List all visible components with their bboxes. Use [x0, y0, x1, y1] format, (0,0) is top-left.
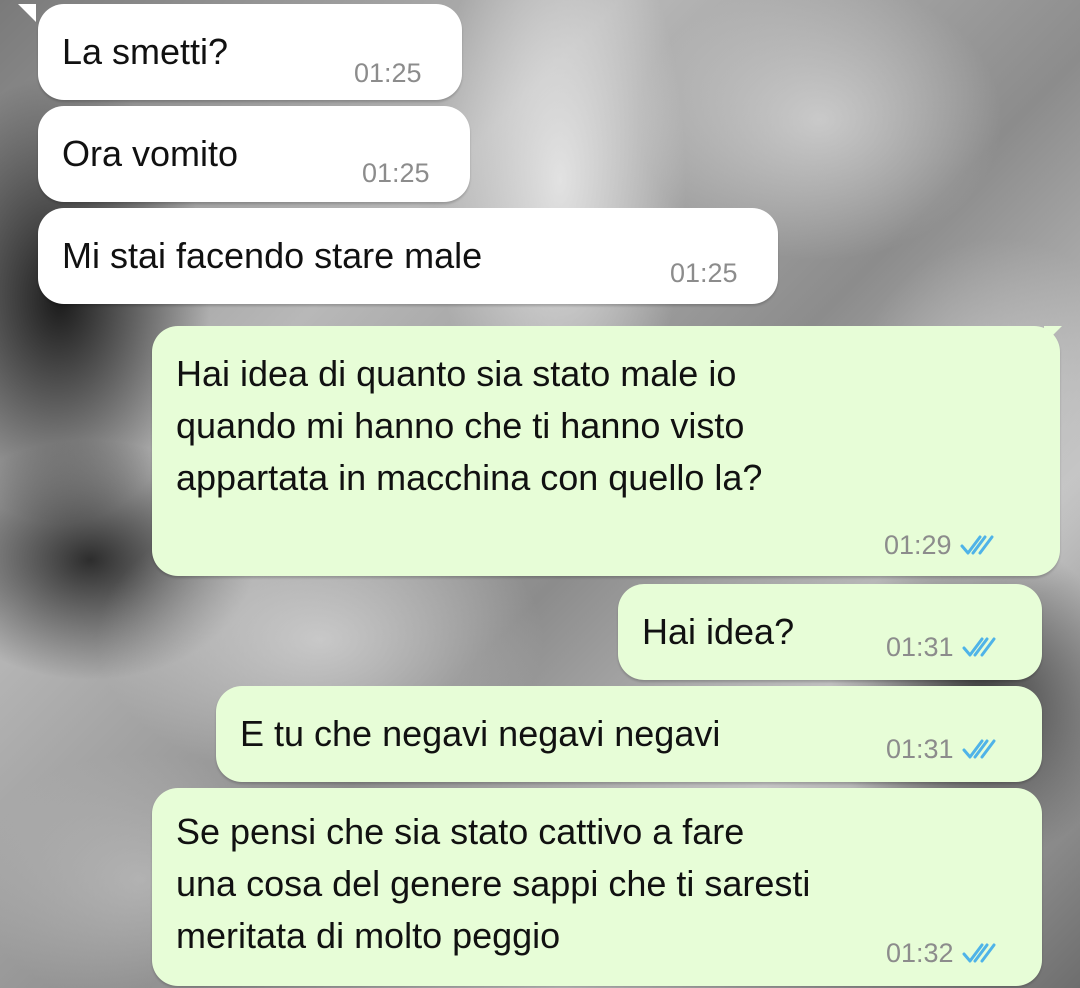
message-time: 01:31 — [886, 734, 954, 764]
message-meta: 01:32 — [886, 938, 1002, 968]
message-time: 01:25 — [354, 58, 422, 88]
message-bubble-outgoing[interactable]: Hai idea di quanto sia stato male io qua… — [152, 326, 1060, 576]
message-bubble-incoming[interactable]: La smetti? 01:25 — [38, 4, 462, 100]
double-check-icon — [962, 739, 996, 759]
message-text: Se pensi che sia stato cattivo a fare un… — [176, 811, 811, 956]
message-text: Mi stai facendo stare male — [62, 235, 483, 276]
message-time: 01:32 — [886, 938, 954, 968]
message-meta: 01:29 — [884, 530, 1000, 560]
message-bubble-incoming[interactable]: Mi stai facendo stare male 01:25 — [38, 208, 778, 304]
message-text: Ora vomito — [62, 133, 239, 174]
message-text: Hai idea? — [642, 611, 795, 652]
chat-conversation[interactable]: La smetti? 01:25 Ora vomito 01:25 Mi sta… — [0, 0, 1080, 988]
message-bubble-outgoing[interactable]: Se pensi che sia stato cattivo a fare un… — [152, 788, 1042, 986]
message-text: E tu che negavi negavi negavi — [240, 713, 721, 754]
message-bubble-outgoing[interactable]: E tu che negavi negavi negavi 01:31 — [216, 686, 1042, 782]
message-bubble-outgoing[interactable]: Hai idea? 01:31 — [618, 584, 1042, 680]
message-meta: 01:25 — [354, 58, 422, 88]
double-check-icon — [962, 637, 996, 657]
message-meta: 01:25 — [670, 258, 738, 288]
message-bubble-incoming[interactable]: Ora vomito 01:25 — [38, 106, 470, 202]
double-check-icon — [962, 943, 996, 963]
message-text: La smetti? — [62, 31, 229, 72]
message-time: 01:25 — [362, 158, 430, 188]
message-meta: 01:31 — [886, 632, 1002, 662]
message-meta: 01:25 — [362, 158, 430, 188]
message-text: Hai idea di quanto sia stato male io qua… — [176, 353, 763, 498]
double-check-icon — [960, 535, 994, 555]
message-time: 01:29 — [884, 530, 952, 560]
message-time: 01:25 — [670, 258, 738, 288]
message-meta: 01:31 — [886, 734, 1002, 764]
message-time: 01:31 — [886, 632, 954, 662]
bubble-tail — [18, 4, 36, 22]
